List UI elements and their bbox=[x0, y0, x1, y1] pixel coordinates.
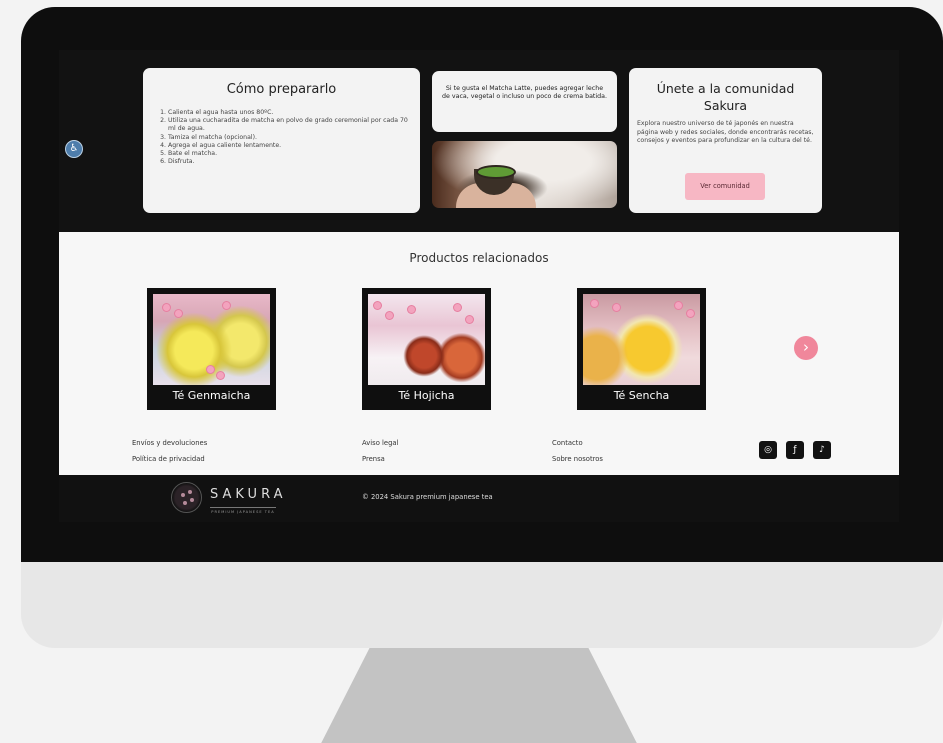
monitor-stand bbox=[321, 648, 637, 743]
related-title: Productos relacionados bbox=[409, 251, 549, 265]
product-card-genmaicha[interactable]: Té Genmaicha bbox=[147, 288, 276, 410]
footer-links-col3: Contacto Sobre nosotros bbox=[552, 435, 603, 467]
product-image[interactable] bbox=[368, 294, 485, 385]
footer-link[interactable]: Política de privacidad bbox=[132, 451, 207, 467]
footer: SAKURA PREMIUM JAPANESE TEA © 2024 Sakur… bbox=[59, 475, 899, 522]
community-title: Únete a la comunidad Sakura bbox=[656, 81, 795, 113]
product-name[interactable]: Té Hojicha bbox=[362, 389, 491, 402]
footer-link[interactable]: Sobre nosotros bbox=[552, 451, 603, 467]
product-card-hojicha[interactable]: Té Hojicha bbox=[362, 288, 491, 410]
footer-links-col1: Envíos y devoluciones Política de privac… bbox=[132, 435, 207, 467]
tiktok-icon[interactable]: ♪ bbox=[813, 441, 831, 459]
step-item: Tamiza el matcha (opcional). bbox=[168, 134, 408, 142]
footer-link[interactable]: Aviso legal bbox=[362, 435, 398, 451]
brand-tagline: PREMIUM JAPANESE TEA bbox=[210, 507, 276, 514]
accessibility-icon[interactable]: ♿ bbox=[65, 140, 83, 158]
info-section: ♿ Cómo prepararlo Calienta el agua hasta… bbox=[59, 50, 899, 232]
sakura-logo-icon[interactable] bbox=[171, 482, 202, 513]
step-item: Agrega el agua caliente lentamente. bbox=[168, 142, 408, 150]
step-item: Disfruta. bbox=[168, 158, 408, 166]
tip-card: Si te gusta el Matcha Latte, puedes agre… bbox=[432, 71, 617, 132]
footer-link[interactable]: Contacto bbox=[552, 435, 603, 451]
footer-link[interactable]: Prensa bbox=[362, 451, 398, 467]
community-text: Explora nuestro universo de té japonés e… bbox=[637, 120, 814, 145]
footer-links-col2: Aviso legal Prensa bbox=[362, 435, 398, 467]
screen: ♿ Cómo prepararlo Calienta el agua hasta… bbox=[59, 50, 899, 522]
step-item: Bate el matcha. bbox=[168, 150, 408, 158]
product-name[interactable]: Té Sencha bbox=[577, 389, 706, 402]
community-card: Únete a la comunidad Sakura Explora nues… bbox=[629, 68, 822, 213]
how-to-steps: Calienta el agua hasta unos 80ºC. Utiliz… bbox=[155, 109, 408, 166]
step-item: Calienta el agua hasta unos 80ºC. bbox=[168, 109, 408, 117]
monitor: ♿ Cómo prepararlo Calienta el agua hasta… bbox=[21, 7, 943, 648]
facebook-icon[interactable]: ƒ bbox=[786, 441, 804, 459]
next-arrow-icon[interactable]: › bbox=[794, 336, 818, 360]
instagram-icon[interactable]: ◎ bbox=[759, 441, 777, 459]
product-name[interactable]: Té Genmaicha bbox=[147, 389, 276, 402]
how-to-card: Cómo prepararlo Calienta el agua hasta u… bbox=[143, 68, 420, 213]
brand-name[interactable]: SAKURA bbox=[210, 487, 286, 502]
matcha-photo bbox=[432, 141, 617, 208]
copyright: © 2024 Sakura premium japanese tea bbox=[362, 493, 493, 501]
product-image[interactable] bbox=[153, 294, 270, 385]
product-card-sencha[interactable]: Té Sencha bbox=[577, 288, 706, 410]
product-image[interactable] bbox=[583, 294, 700, 385]
how-to-title: Cómo prepararlo bbox=[226, 82, 337, 97]
view-community-button[interactable]: Ver comunidad bbox=[685, 173, 765, 200]
monitor-chin bbox=[21, 562, 943, 648]
footer-link[interactable]: Envíos y devoluciones bbox=[132, 435, 207, 451]
step-item: Utiliza una cucharadita de matcha en pol… bbox=[168, 117, 408, 133]
